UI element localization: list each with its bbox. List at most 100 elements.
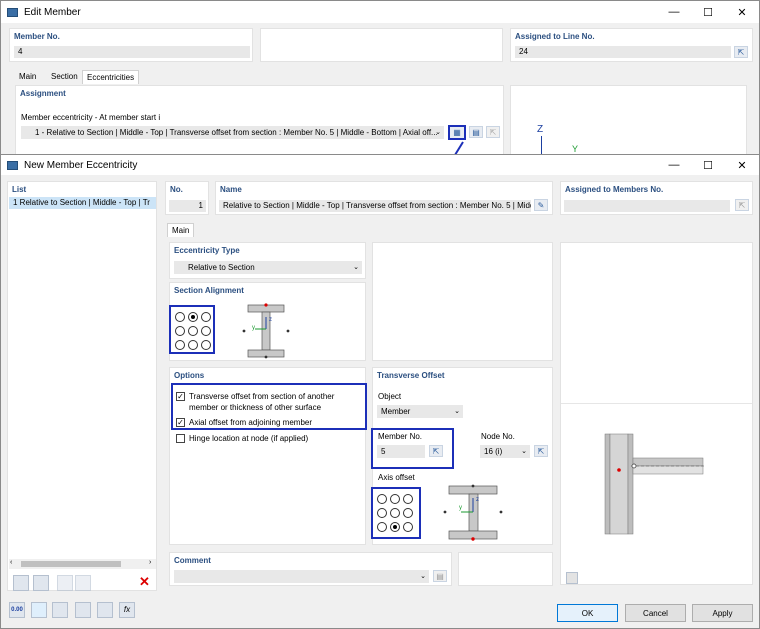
- options-label: Options: [174, 371, 205, 380]
- axis-y-label: Y: [572, 144, 579, 154]
- copy-item-icon[interactable]: [33, 575, 49, 591]
- opt-axial-checkbox[interactable]: ✓: [176, 418, 185, 427]
- tab-eccentricities[interactable]: Eccentricities: [82, 70, 140, 84]
- options-panel: Options ✓ Transverse offset from section…: [169, 367, 367, 545]
- maximize-button[interactable]: ☐: [691, 155, 725, 175]
- new-eccentricity-icon[interactable]: ▦: [448, 125, 466, 140]
- tab-main[interactable]: Main: [15, 70, 40, 83]
- edit-name-icon[interactable]: ✎: [534, 199, 548, 211]
- list-panel: List 1 Relative to Section | Middle - To…: [7, 181, 157, 591]
- align-top-right-radio[interactable]: [201, 312, 211, 322]
- assigned-members-field[interactable]: [564, 200, 730, 212]
- list-toolbar: ✕: [11, 574, 157, 591]
- align-bottom-left-radio[interactable]: [175, 340, 185, 350]
- align-center-radio[interactable]: [188, 326, 198, 336]
- list-label: List: [12, 185, 27, 194]
- align-middle-right-radio[interactable]: [201, 326, 211, 336]
- ecc-type-select[interactable]: Relative to Section ⌄: [174, 261, 362, 274]
- opt-transverse-checkbox[interactable]: ✓: [176, 392, 185, 401]
- offset-top-left-radio[interactable]: [377, 494, 387, 504]
- object-value: Member: [381, 407, 411, 416]
- new-item-icon[interactable]: [13, 575, 29, 591]
- offset-middle-left-radio[interactable]: [377, 508, 387, 518]
- check-icon[interactable]: [57, 575, 73, 591]
- member-no-field[interactable]: 4: [14, 46, 250, 58]
- member-preview-graphic: [604, 433, 705, 535]
- no-field[interactable]: 1: [169, 200, 206, 212]
- assigned-members-panel: Assigned to Members No. ⇱: [560, 181, 753, 215]
- opt-transverse-label: Transverse offset from section of anothe…: [189, 392, 335, 412]
- align-middle-left-radio[interactable]: [175, 326, 185, 336]
- offset-middle-right-radio[interactable]: [403, 508, 413, 518]
- align-bottom-middle-radio[interactable]: [188, 340, 198, 350]
- axis-z-label: Z: [537, 124, 544, 135]
- preview-settings-icon[interactable]: [566, 572, 578, 584]
- title-bar: Edit Member: [1, 1, 759, 23]
- cancel-button[interactable]: Cancel: [625, 604, 686, 622]
- offset-center-radio[interactable]: [390, 508, 400, 518]
- assigned-line-field[interactable]: 24: [515, 46, 731, 58]
- ecc-start-select[interactable]: 1 - Relative to Section | Middle - Top |…: [21, 126, 444, 139]
- offset-axis-y: y: [459, 505, 462, 511]
- offset-bottom-right-radio[interactable]: [403, 522, 413, 532]
- scroll-thumb[interactable]: [21, 561, 121, 567]
- section-axis-z: z: [269, 317, 272, 323]
- edit-member-window: Edit Member — ☐ ✕ Member No. 4 Assigned …: [0, 0, 760, 160]
- node-no-label: Node No.: [481, 432, 515, 441]
- scroll-left-icon[interactable]: ‹: [10, 559, 12, 566]
- edit-eccentricity-icon[interactable]: ▤: [469, 126, 483, 138]
- chevron-down-icon: ⌄: [420, 573, 426, 580]
- node-no-value: 16 (i): [484, 447, 503, 456]
- horizontal-scrollbar[interactable]: ‹ ›: [9, 559, 156, 569]
- ecc-type-panel: Eccentricity Type Relative to Section ⌄: [169, 242, 366, 279]
- pick-members-icon[interactable]: ⇱: [735, 199, 749, 211]
- node-no-select[interactable]: 16 (i) ⌄: [480, 445, 530, 458]
- pick-node-icon[interactable]: ⇱: [534, 445, 548, 457]
- offset-bottom-middle-radio[interactable]: [390, 522, 400, 532]
- units-icon[interactable]: 0.00: [9, 602, 25, 618]
- chevron-down-icon: ⌄: [435, 129, 441, 136]
- comment-select[interactable]: ⌄: [174, 570, 429, 583]
- section-alignment-panel: Section Alignment z y: [169, 282, 366, 361]
- function-icon[interactable]: fx: [119, 602, 135, 618]
- preview-divider: [561, 403, 752, 404]
- object-select[interactable]: Member ⌄: [377, 405, 463, 418]
- assigned-line-label: Assigned to Line No.: [515, 32, 595, 41]
- info-icon[interactable]: [97, 602, 113, 618]
- uncheck-icon[interactable]: [75, 575, 91, 591]
- minimize-button[interactable]: —: [657, 1, 691, 23]
- tab-main[interactable]: Main: [167, 223, 195, 237]
- i-section-offset-diagram: [443, 484, 503, 541]
- list-item[interactable]: 1 Relative to Section | Middle - Top | T…: [9, 197, 156, 209]
- pick-member-icon[interactable]: ⇱: [429, 445, 443, 457]
- close-button[interactable]: ✕: [725, 1, 759, 23]
- opt-hinge-checkbox[interactable]: [176, 434, 185, 443]
- offset-top-middle-radio[interactable]: [390, 494, 400, 504]
- align-bottom-right-radio[interactable]: [201, 340, 211, 350]
- name-field[interactable]: Relative to Section | Middle - Top | Tra…: [219, 200, 531, 212]
- pick-line-icon[interactable]: ⇱: [734, 46, 748, 58]
- align-top-middle-radio[interactable]: [188, 312, 198, 322]
- align-top-left-radio[interactable]: [175, 312, 185, 322]
- name-panel: Name Relative to Section | Middle - Top …: [215, 181, 553, 215]
- name-label: Name: [220, 185, 242, 194]
- close-button[interactable]: ✕: [725, 155, 759, 175]
- maximize-button[interactable]: ☐: [691, 1, 725, 23]
- delete-icon[interactable]: ✕: [139, 574, 150, 590]
- comment-blank-panel: [458, 552, 553, 586]
- section-axis-y: y: [252, 325, 255, 331]
- comment-edit-icon[interactable]: ▤: [433, 570, 447, 582]
- scroll-right-icon[interactable]: ›: [149, 559, 151, 566]
- model-icon[interactable]: [75, 602, 91, 618]
- member-no-field[interactable]: 5: [377, 445, 425, 458]
- offset-bottom-left-radio[interactable]: [377, 522, 387, 532]
- window-title: Edit Member: [24, 6, 81, 18]
- apply-button[interactable]: Apply: [692, 604, 753, 622]
- ok-button[interactable]: OK: [557, 604, 618, 622]
- color-icon[interactable]: [31, 602, 47, 618]
- tab-section[interactable]: Section: [47, 70, 82, 83]
- minimize-button[interactable]: —: [657, 155, 691, 175]
- pick-eccentricity-icon[interactable]: ⇱: [486, 126, 500, 138]
- view-icon[interactable]: [52, 602, 68, 618]
- offset-top-right-radio[interactable]: [403, 494, 413, 504]
